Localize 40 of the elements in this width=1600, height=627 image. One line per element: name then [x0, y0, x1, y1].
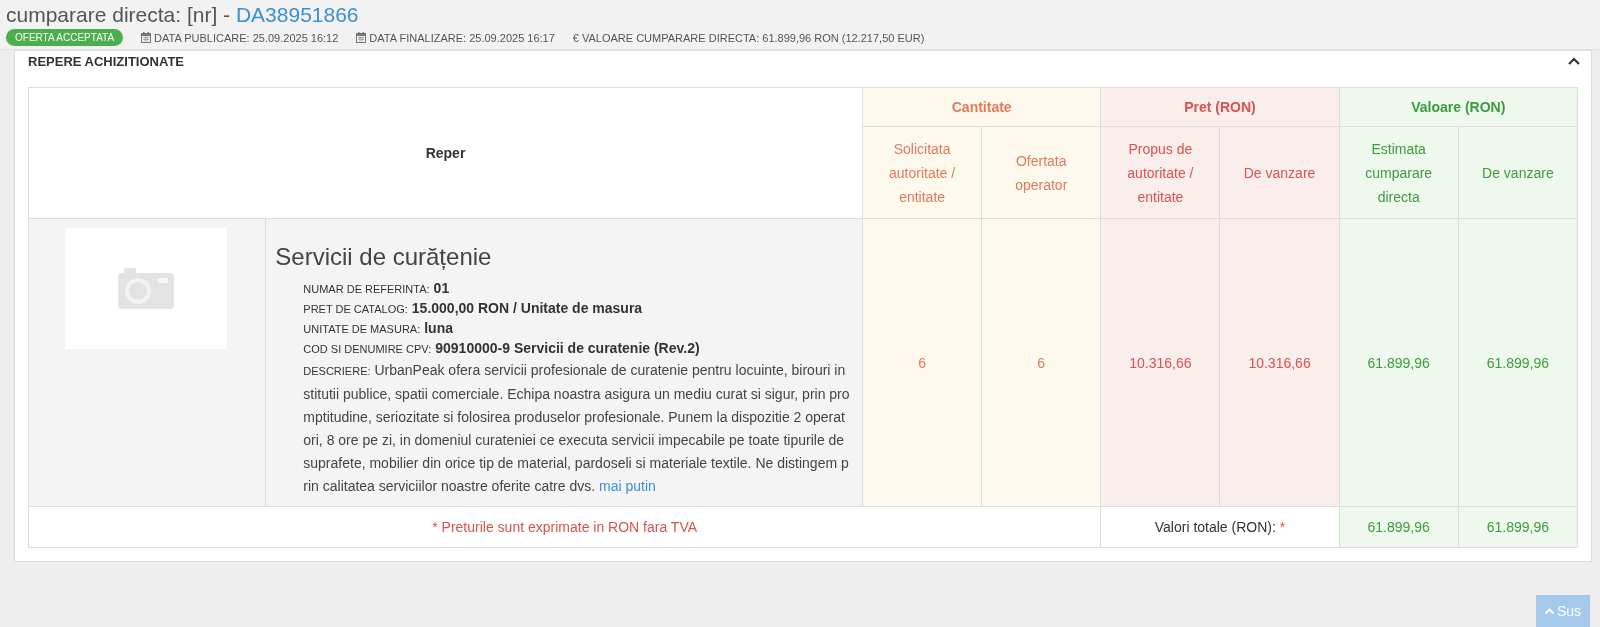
detail-line: PRET DE CATALOG: 15.000,00 RON / Unitate de masura [303, 299, 644, 318]
caret-up-icon [1544, 608, 1554, 614]
panel-title: REPERE ACHIZITIONATE [28, 53, 184, 69]
column-header: De vanzare [1219, 126, 1340, 219]
scroll-top-button[interactable]: Sus [1535, 595, 1590, 627]
detail-line: NUMAR DE REFERINTA: 01 [303, 279, 451, 298]
column-header: Reper [28, 87, 863, 219]
chevron-up-icon[interactable] [1568, 57, 1580, 65]
item-title: Servicii de curățenie [275, 243, 493, 271]
table-cell: 10.316,66 [1219, 218, 1340, 507]
column-group-header: Pret (RON) [1100, 87, 1340, 127]
table-cell: 61.899,96 [1339, 506, 1459, 548]
euro-icon: € [572, 31, 579, 44]
column-header: Estimata cumparare directa [1339, 126, 1459, 219]
calendar-icon [141, 32, 152, 43]
detail-line: UNITATE DE MASURA: luna [303, 319, 454, 338]
table-cell: 61.899,96 [1339, 218, 1459, 507]
column-header: Ofertata operator [981, 126, 1101, 219]
item-description: DESCRIERE: UrbanPeak ofera servicii profesionale de curatenie pentru locuinte, birouri institutii publice, spatii comerciale. Echipa noastra asigura un mediu curat si sigur, prin promptitudine, seriozitate si folosirea produselor profesionale. Punem la dispozitie 2 operatori, 8 ore pe zi, in domeniul curateniei ce executa servicii impecabile pe toate tipurile de suprafete, mobilier din orice tip de material, pardoseli si materiale textile. Ne distingem prin calitatea serviciilor noastre oferite catre dvs. mai putin [303, 361, 851, 496]
detail-line: COD SI DENUMIRE CPV: 90910000-9 Servicii de curatenie (Rev.2) [303, 339, 701, 358]
table-cell: 6 [981, 218, 1101, 507]
meta-info: VALOARE CUMPARARE DIRECTA: 61.899,96 RON (12.217,50 EUR) [581, 31, 925, 44]
calendar-icon [356, 32, 367, 43]
table-cell: 6 [862, 218, 982, 507]
column-header: De vanzare [1458, 126, 1578, 219]
page-title: cumparare directa: [nr] - [6, 3, 232, 26]
column-header: Solicitata autoritate / entitate [862, 126, 982, 219]
table-cell: 61.899,96 [1458, 218, 1578, 507]
show-less-link[interactable]: mai putin [599, 478, 656, 494]
status-badge: OFERTA ACCEPTATA [6, 29, 124, 46]
column-group-header: Cantitate [862, 87, 1101, 127]
footnote: * Preturile sunt exprimate in RON fara TVA [28, 506, 1101, 548]
table-cell: 61.899,96 [1458, 506, 1578, 548]
meta-info: DATA FINALIZARE: 25.09.2025 16:17 [369, 31, 555, 44]
totals-label: Valori totale (RON): * [1100, 506, 1340, 548]
meta-info: DATA PUBLICARE: 25.09.2025 16:12 [154, 31, 339, 44]
procedure-code-link[interactable]: DA38951866 [235, 3, 359, 26]
column-header: Propus de autoritate / entitate [1100, 126, 1220, 219]
column-group-header: Valoare (RON) [1339, 87, 1578, 127]
table-cell: 10.316,66 [1100, 218, 1220, 507]
